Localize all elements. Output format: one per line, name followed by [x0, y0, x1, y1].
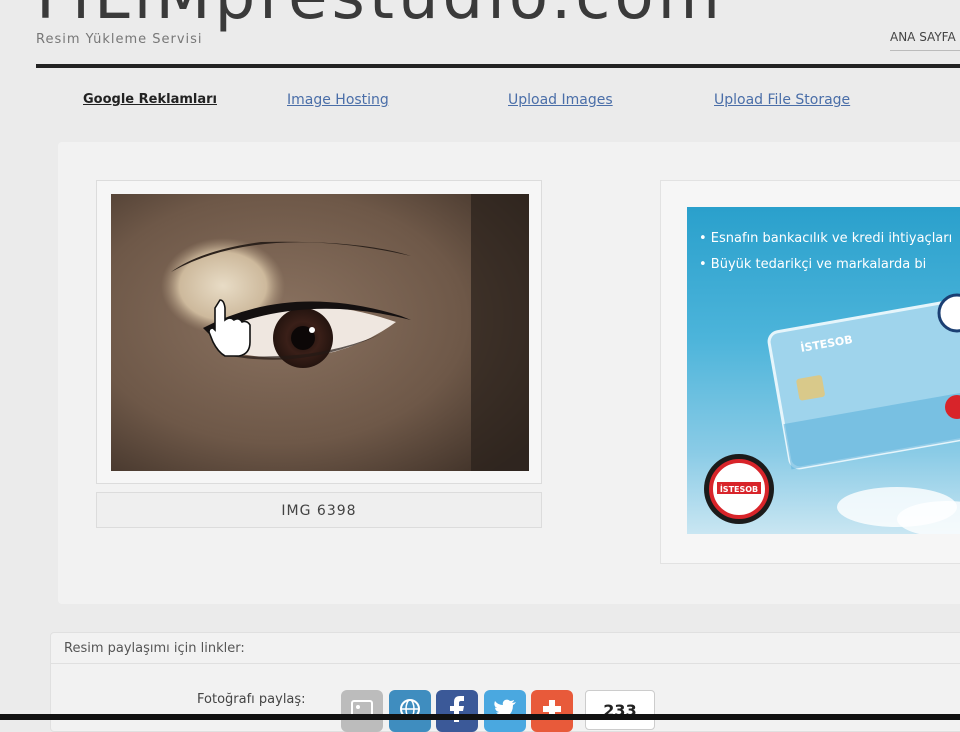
nav-link-upload-images[interactable]: Upload Images — [508, 92, 613, 108]
ad-card-graphic: İSTESOB İSTESOB — [704, 293, 960, 534]
share-photo-label: Fotoğrafı paylaş: — [197, 692, 306, 707]
eye-closeup-image — [111, 194, 529, 471]
header-divider — [36, 64, 960, 68]
bottom-edge-bar — [0, 714, 960, 720]
site-title[interactable]: FiLiMprestudio.com — [36, 0, 724, 34]
share-gallery-button[interactable] — [341, 690, 383, 732]
ad-badge-text: İSTESOB — [720, 484, 758, 494]
photo-caption: IMG 6398 — [96, 492, 542, 528]
share-more-button[interactable] — [531, 690, 573, 732]
ad-banner[interactable]: • Esnafın bankacılık ve kredi ihtiyaçlar… — [687, 207, 960, 534]
nav-link-image-hosting[interactable]: Image Hosting — [287, 92, 389, 108]
share-twitter-button[interactable] — [484, 690, 526, 732]
globe-icon — [399, 698, 421, 724]
facebook-icon — [449, 696, 465, 726]
nav-link-upload-file-storage[interactable]: Upload File Storage — [714, 92, 850, 108]
uploaded-photo[interactable] — [111, 194, 529, 471]
share-links-heading: Resim paylaşımı için linkler: — [50, 632, 960, 664]
nav-link-google-ads[interactable]: Google Reklamları — [83, 92, 217, 107]
site-tagline: Resim Yükleme Servisi — [36, 32, 203, 47]
share-facebook-button[interactable] — [436, 690, 478, 732]
share-count: 233 — [585, 690, 655, 730]
nav-home-link[interactable]: ANA SAYFA — [890, 30, 960, 51]
share-globe-button[interactable] — [389, 690, 431, 732]
